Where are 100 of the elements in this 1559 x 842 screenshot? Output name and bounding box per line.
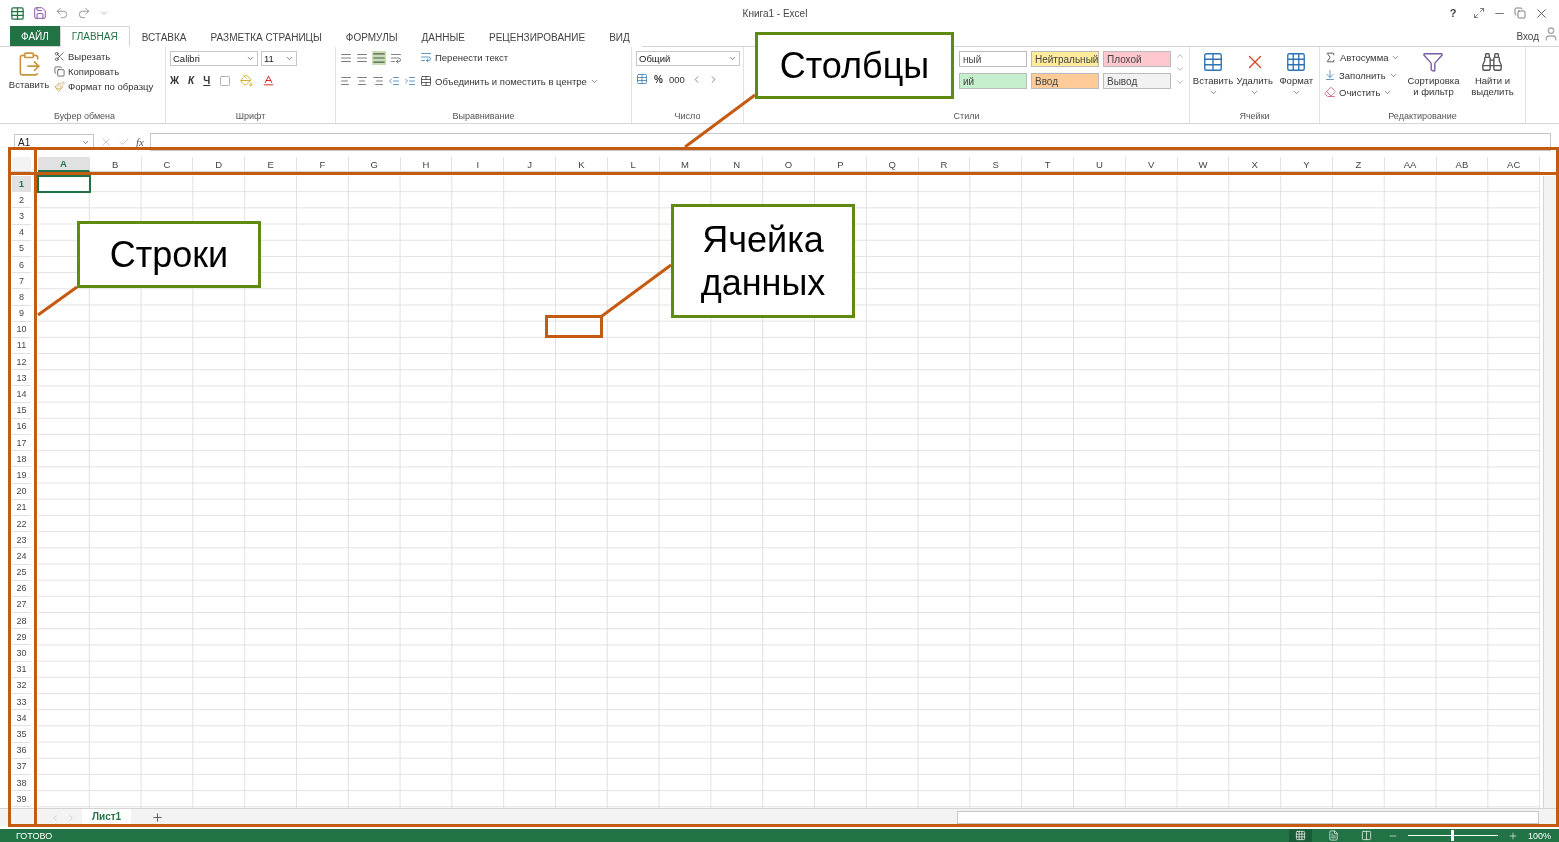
- column-header[interactable]: T: [1022, 157, 1074, 172]
- cell-style-swatch[interactable]: Вывод: [1103, 73, 1171, 89]
- help-button[interactable]: ?: [1441, 7, 1465, 19]
- align-right-icon[interactable]: [372, 75, 384, 87]
- add-sheet-icon[interactable]: [151, 811, 165, 824]
- row-header[interactable]: 1: [12, 176, 31, 193]
- column-header[interactable]: E: [245, 157, 297, 172]
- column-header[interactable]: L: [607, 157, 660, 172]
- gallery-up-icon[interactable]: [1175, 51, 1185, 61]
- font-size-field[interactable]: 11: [261, 51, 297, 66]
- fill-button[interactable]: Заполнить: [1324, 69, 1401, 81]
- indent-decrease-icon[interactable]: [388, 75, 400, 87]
- font-color-icon[interactable]: [262, 74, 276, 87]
- column-header[interactable]: K: [555, 157, 608, 172]
- column-header[interactable]: Y: [1281, 157, 1333, 172]
- format-painter-button[interactable]: Формат по образцу: [54, 81, 154, 92]
- cell-style-swatch[interactable]: Плохой: [1103, 51, 1171, 67]
- column-header[interactable]: V: [1125, 157, 1178, 172]
- align-center-icon[interactable]: [356, 75, 368, 87]
- zoom-thumb[interactable]: [1451, 830, 1455, 841]
- column-header[interactable]: S: [970, 157, 1023, 172]
- column-header[interactable]: O: [763, 157, 815, 172]
- column-header[interactable]: G: [348, 157, 401, 172]
- restore-icon[interactable]: [1514, 7, 1526, 19]
- enter-icon[interactable]: [118, 136, 130, 148]
- undo-icon[interactable]: [55, 6, 69, 20]
- clear-button[interactable]: Очистить: [1324, 86, 1401, 98]
- gallery-down-icon[interactable]: [1175, 64, 1185, 74]
- bold-button[interactable]: Ж: [170, 75, 180, 86]
- active-cell[interactable]: [37, 175, 91, 194]
- autosum-button[interactable]: Автосумма: [1324, 51, 1401, 64]
- cell-style-swatch[interactable]: Нейтральный: [1031, 51, 1099, 67]
- horizontal-scrollbar[interactable]: [957, 811, 1539, 824]
- italic-button[interactable]: К: [188, 75, 195, 86]
- save-icon[interactable]: [33, 6, 47, 20]
- column-header[interactable]: AB: [1436, 157, 1489, 172]
- column-header[interactable]: J: [504, 157, 556, 172]
- caret-icon: [1250, 88, 1260, 97]
- font-name-field[interactable]: Calibri: [170, 51, 258, 66]
- column-header[interactable]: H: [400, 157, 453, 172]
- paste-button[interactable]: Вставить: [8, 51, 50, 90]
- percent-button[interactable]: %: [654, 73, 663, 85]
- name-box[interactable]: A1: [14, 134, 94, 150]
- column-header[interactable]: R: [918, 157, 971, 172]
- merge-center-button[interactable]: Объединить и поместить в центре: [420, 75, 599, 87]
- thousands-button[interactable]: 000: [668, 73, 685, 85]
- ribbon-tab[interactable]: ГЛАВНАЯ: [59, 26, 130, 47]
- column-header[interactable]: C: [141, 157, 194, 172]
- copy-button[interactable]: Копировать: [54, 66, 154, 77]
- delete-cells-button[interactable]: Удалить: [1236, 51, 1274, 97]
- column-header[interactable]: D: [193, 157, 246, 172]
- column-header[interactable]: N: [711, 157, 764, 172]
- column-header[interactable]: W: [1177, 157, 1230, 172]
- column-header[interactable]: F: [297, 157, 349, 172]
- align-top-icon[interactable]: [340, 52, 352, 64]
- ribbon-display-icon[interactable]: [1473, 7, 1485, 19]
- align-bottom-icon[interactable]: [372, 51, 386, 65]
- underline-button[interactable]: Ч: [203, 75, 211, 86]
- cut-button[interactable]: Вырезать: [54, 51, 154, 62]
- align-middle-icon[interactable]: [356, 52, 368, 64]
- normal-view-button[interactable]: [1288, 829, 1312, 842]
- wrap-text-button[interactable]: Перенести текст: [420, 51, 599, 63]
- align-left-icon[interactable]: [340, 75, 352, 87]
- sign-in-link[interactable]: Вход: [1516, 30, 1543, 42]
- indent-increase-icon[interactable]: [404, 75, 416, 87]
- cell-style-swatch[interactable]: ный: [959, 51, 1027, 67]
- gallery-more-icon[interactable]: [1175, 77, 1185, 87]
- column-header[interactable]: M: [659, 157, 712, 172]
- column-header[interactable]: A: [38, 157, 90, 172]
- format-cells-button[interactable]: Формат: [1277, 51, 1315, 97]
- column-header[interactable]: I: [452, 157, 505, 172]
- column-header[interactable]: P: [814, 157, 867, 172]
- sort-filter-button[interactable]: Сортировка и фильтр: [1404, 51, 1463, 97]
- zoom-in-icon[interactable]: [1507, 830, 1518, 841]
- filter-icon: [1422, 51, 1445, 73]
- column-header[interactable]: AC: [1488, 157, 1541, 172]
- column-header[interactable]: Q: [866, 157, 919, 172]
- column-header[interactable]: B: [89, 157, 142, 172]
- vertical-scrollbar[interactable]: [1543, 176, 1557, 808]
- redo-icon[interactable]: [77, 6, 91, 20]
- fill-color-icon[interactable]: [240, 74, 254, 87]
- number-format-field[interactable]: Общий: [636, 51, 740, 66]
- formula-input[interactable]: [149, 133, 1551, 151]
- column-header[interactable]: AA: [1384, 157, 1437, 172]
- customize-caret-icon[interactable]: [99, 8, 109, 18]
- find-select-button[interactable]: Найти и выделить: [1466, 51, 1519, 97]
- callout-label: Ячейка данных: [671, 204, 855, 318]
- cell-highlight-frame: [545, 315, 603, 338]
- borders-icon[interactable]: [219, 74, 232, 87]
- view-icon: [1360, 830, 1372, 841]
- cancel-icon[interactable]: [100, 136, 112, 148]
- insert-cells-button[interactable]: Вставить: [1194, 51, 1232, 97]
- cell-style-swatch[interactable]: Ввод: [1031, 73, 1099, 89]
- file-tab[interactable]: ФАЙЛ: [10, 26, 60, 46]
- callout-label: Строки: [77, 221, 261, 288]
- callout-label: Столбцы: [755, 32, 954, 99]
- column-header[interactable]: U: [1073, 157, 1126, 172]
- column-header[interactable]: X: [1229, 157, 1282, 172]
- cell-style-swatch[interactable]: ий: [959, 73, 1027, 89]
- column-header[interactable]: Z: [1332, 157, 1385, 172]
